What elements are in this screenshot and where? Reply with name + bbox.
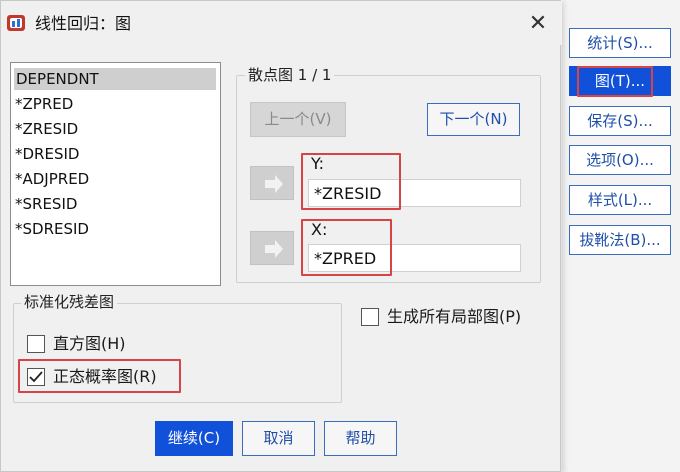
save-button[interactable]: 保存(S)... [569, 106, 671, 136]
x-field-highlight [301, 219, 392, 276]
list-item[interactable]: *SDRESID [15, 218, 89, 240]
bootstrap-button[interactable]: 拔靴法(B)... [569, 225, 671, 255]
list-item[interactable]: *DRESID [15, 143, 79, 165]
close-icon[interactable]: ✕ [523, 11, 553, 37]
move-to-x-button[interactable] [250, 231, 294, 265]
variable-list[interactable]: DEPENDNT *ZPRED *ZRESID *DRESID *ADJPRED… [10, 62, 221, 286]
arrow-right-icon [265, 175, 283, 193]
histogram-checkbox[interactable] [27, 335, 45, 353]
list-item[interactable]: *SRESID [15, 193, 77, 215]
list-item[interactable]: *ZPRED [15, 93, 73, 115]
list-item[interactable]: *ADJPRED [15, 168, 89, 190]
residual-plots-group-label: 标准化残差图 [21, 293, 118, 311]
cancel-button[interactable]: 取消 [242, 421, 315, 456]
partial-plots-label: 生成所有局部图(P) [387, 307, 522, 326]
style-button[interactable]: 样式(L)... [569, 185, 671, 215]
arrow-right-icon [265, 240, 283, 258]
list-item[interactable]: DEPENDNT [14, 68, 216, 90]
next-button[interactable]: 下一个(N) [427, 103, 520, 136]
help-button[interactable]: 帮助 [324, 421, 397, 456]
plots-button-highlight [577, 66, 653, 97]
histogram-label: 直方图(H) [53, 334, 126, 353]
move-to-y-button[interactable] [250, 166, 294, 200]
linear-regression-plots-dialog: 线性回归：图 ✕ DEPENDNT *ZPRED *ZRESID *DRESID… [0, 0, 562, 472]
y-field-highlight [301, 153, 401, 210]
scatter-group-label: 散点图 1 / 1 [245, 66, 335, 84]
app-icon [7, 15, 25, 31]
statistics-button[interactable]: 统计(S)... [569, 28, 671, 58]
continue-button[interactable]: 继续(C) [155, 421, 233, 456]
dialog-title: 线性回归：图 [35, 14, 132, 33]
list-item[interactable]: *ZRESID [15, 118, 78, 140]
partial-plots-checkbox[interactable] [361, 308, 379, 326]
previous-button[interactable]: 上一个(V) [250, 102, 346, 137]
normal-probability-highlight [18, 359, 181, 393]
options-button[interactable]: 选项(O)... [569, 145, 671, 175]
